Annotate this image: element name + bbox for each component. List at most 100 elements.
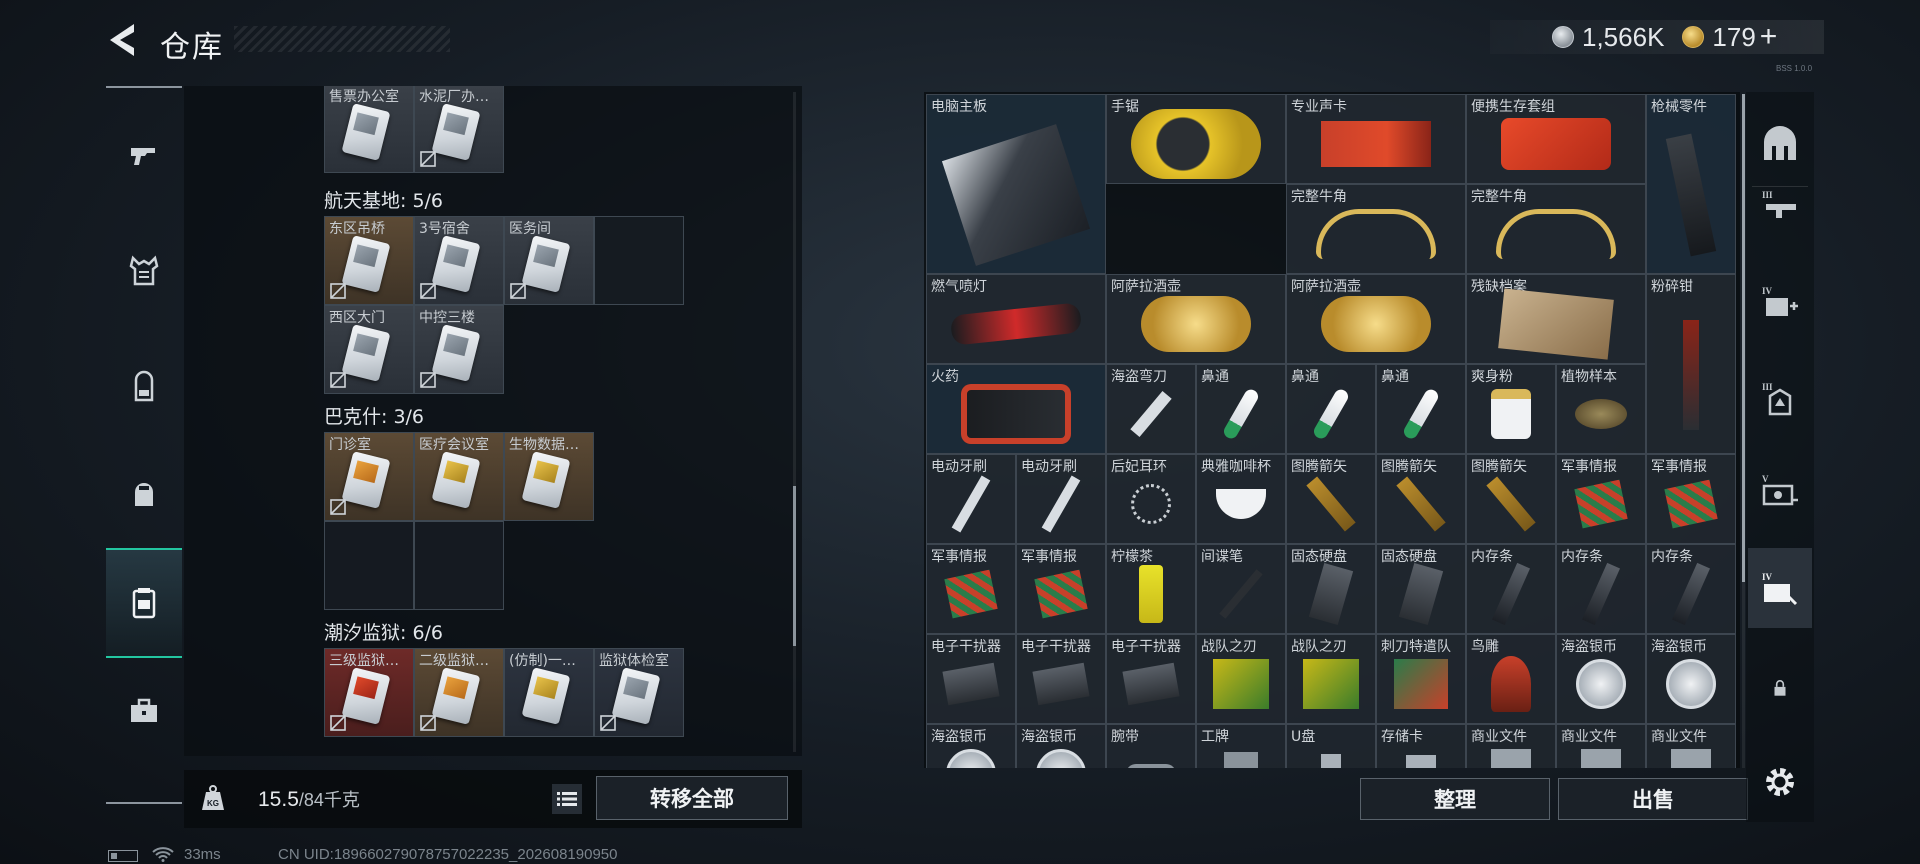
keycard-item[interactable]: 3号宿舍	[414, 216, 504, 305]
tab-keycards[interactable]: IV	[1748, 548, 1812, 628]
inventory-item[interactable]: 战队之刃	[1286, 634, 1376, 724]
inventory-item[interactable]: 海盗银币	[1016, 724, 1106, 768]
inventory-item[interactable]: 内存条	[1646, 544, 1736, 634]
inventory-item[interactable]: 火药	[926, 364, 1106, 454]
inventory-item[interactable]: 固态硬盘	[1286, 544, 1376, 634]
inventory-item[interactable]: 军事情报	[1016, 544, 1106, 634]
sell-button[interactable]: 出售	[1558, 778, 1748, 820]
inventory-item[interactable]: 存储卡	[1376, 724, 1466, 768]
tab-backpacks[interactable]: III	[1748, 358, 1812, 438]
inventory-item[interactable]: 电动牙刷	[926, 454, 1016, 544]
inventory-item[interactable]: 专业声卡	[1286, 94, 1466, 184]
inventory-item[interactable]: 爽身粉	[1466, 364, 1556, 454]
inventory-item[interactable]: 鸟雕	[1466, 634, 1556, 724]
inventory-item[interactable]: 植物样本	[1556, 364, 1646, 454]
inventory-item[interactable]: 固态硬盘	[1376, 544, 1466, 634]
inventory-item[interactable]: 手锯	[1106, 94, 1286, 184]
item-label: 战队之刃	[1201, 639, 1257, 655]
inventory-item[interactable]: 图腾箭矢	[1376, 454, 1466, 544]
inventory-item[interactable]: 枪械零件	[1646, 94, 1736, 274]
category-helmet[interactable]	[106, 440, 182, 550]
inventory-item[interactable]: 腕带	[1106, 724, 1196, 768]
inventory-item[interactable]: 便携生存套组	[1466, 94, 1646, 184]
inventory-item[interactable]: 阿萨拉酒壶	[1106, 274, 1286, 364]
inventory-item[interactable]: 间谍笔	[1196, 544, 1286, 634]
item-label: 完整牛角	[1471, 189, 1527, 205]
keycard-list[interactable]: 售票办公室 水泥厂办… 航天基地: 5/6 东区吊桥 3号宿舍 医务间 西区大门	[184, 86, 794, 766]
inventory-item[interactable]: 图腾箭矢	[1466, 454, 1556, 544]
inventory-item[interactable]: 电子干扰器	[1016, 634, 1106, 724]
tab-weapons[interactable]: III	[1748, 166, 1812, 246]
inventory-item[interactable]: 鼻通	[1196, 364, 1286, 454]
inventory-item[interactable]: 刺刀特遣队	[1376, 634, 1466, 724]
inventory-item[interactable]: 军事情报	[1646, 454, 1736, 544]
tab-medical[interactable]: IV	[1748, 262, 1812, 342]
storage-scrollbar[interactable]	[793, 486, 796, 646]
inventory-scrollbar[interactable]	[1742, 94, 1745, 582]
inventory-item[interactable]: 后妃耳环	[1106, 454, 1196, 544]
category-backpack[interactable]	[106, 332, 182, 442]
keycard-item[interactable]: 东区吊桥	[324, 216, 414, 305]
item-label: 间谍笔	[1201, 549, 1243, 565]
keycard-item[interactable]: 医务间	[504, 216, 594, 305]
tab-locked[interactable]	[1748, 648, 1812, 728]
inventory-item[interactable]: 海盗银币	[1556, 634, 1646, 724]
inventory-item[interactable]: 内存条	[1466, 544, 1556, 634]
settings-button[interactable]	[1748, 742, 1812, 822]
keycard-item[interactable]: 生物数据…	[504, 432, 594, 521]
inventory-item[interactable]: 内存条	[1556, 544, 1646, 634]
card-label: 监狱体检室	[599, 653, 669, 669]
card-label: 三级监狱…	[329, 653, 399, 669]
keycard-item[interactable]: 三级监狱…	[324, 648, 414, 737]
category-keycards[interactable]	[106, 548, 182, 658]
keycard-item[interactable]: 医疗会议室	[414, 432, 504, 521]
inventory-item[interactable]: 军事情报	[1556, 454, 1646, 544]
category-armor[interactable]	[106, 216, 182, 326]
inventory-item[interactable]: 商业文件	[1466, 724, 1556, 768]
add-currency-button[interactable]: +	[1760, 20, 1778, 54]
tab-armor[interactable]: V	[1748, 450, 1812, 530]
inventory-item[interactable]: 完整牛角	[1286, 184, 1466, 274]
keycard-item[interactable]: (仿制)一…	[504, 648, 594, 737]
inventory-item[interactable]: 鼻通	[1376, 364, 1466, 454]
inventory-item[interactable]: 海盗银币	[926, 724, 1016, 768]
inventory-item[interactable]: 军事情报	[926, 544, 1016, 634]
category-guns[interactable]	[106, 98, 182, 208]
inventory-item[interactable]: 电子干扰器	[926, 634, 1016, 724]
inventory-item[interactable]: 战队之刃	[1196, 634, 1286, 724]
inventory-item[interactable]: 柠檬茶	[1106, 544, 1196, 634]
keycard-item[interactable]: 二级监狱…	[414, 648, 504, 737]
keycard-item[interactable]: 西区大门	[324, 305, 414, 394]
inventory-item[interactable]: 商业文件	[1556, 724, 1646, 768]
category-case[interactable]	[106, 656, 182, 766]
inventory-item[interactable]: 海盗弯刀	[1106, 364, 1196, 454]
keycard-item[interactable]: 门诊室	[324, 432, 414, 521]
inventory-item[interactable]: 残缺档案	[1466, 274, 1646, 364]
keycard-item[interactable]: 中控三楼	[414, 305, 504, 394]
inventory-item[interactable]: 电子干扰器	[1106, 634, 1196, 724]
inventory-item[interactable]: 工牌	[1196, 724, 1286, 768]
keycard-item[interactable]: 水泥厂办…	[414, 86, 504, 173]
inventory-item[interactable]: 阿萨拉酒壶	[1286, 274, 1466, 364]
inventory-grid[interactable]: 电脑主板 手锯 专业声卡 便携生存套组 枪械零件 完整牛角 完整牛角 燃气喷灯 阿萨拉酒壶 阿萨拉…	[926, 94, 1740, 768]
inventory-item[interactable]: 完整牛角	[1466, 184, 1646, 274]
keycard-item[interactable]: 售票办公室	[324, 86, 414, 173]
inventory-item[interactable]: 海盗银币	[1646, 634, 1736, 724]
card-label: 二级监狱…	[419, 653, 489, 669]
inventory-item[interactable]: 图腾箭矢	[1286, 454, 1376, 544]
inventory-item[interactable]: 燃气喷灯	[926, 274, 1106, 364]
inventory-item[interactable]: U盘	[1286, 724, 1376, 768]
inventory-item[interactable]: 典雅咖啡杯	[1196, 454, 1286, 544]
keycard-item[interactable]: 监狱体检室	[594, 648, 684, 737]
item-icon	[1665, 133, 1717, 257]
transfer-all-button[interactable]: 转移全部	[596, 776, 788, 820]
inventory-item[interactable]: 商业文件	[1646, 724, 1736, 768]
inventory-item[interactable]: 粉碎钳	[1646, 274, 1736, 454]
back-arrow-icon[interactable]	[104, 20, 140, 60]
version-tag: BSS 1.0.0	[1776, 64, 1813, 73]
inventory-item[interactable]: 电动牙刷	[1016, 454, 1106, 544]
inventory-item[interactable]: 电脑主板	[926, 94, 1106, 274]
inventory-item[interactable]: 鼻通	[1286, 364, 1376, 454]
sort-button[interactable]: 整理	[1360, 778, 1550, 820]
list-view-button[interactable]	[552, 784, 582, 814]
